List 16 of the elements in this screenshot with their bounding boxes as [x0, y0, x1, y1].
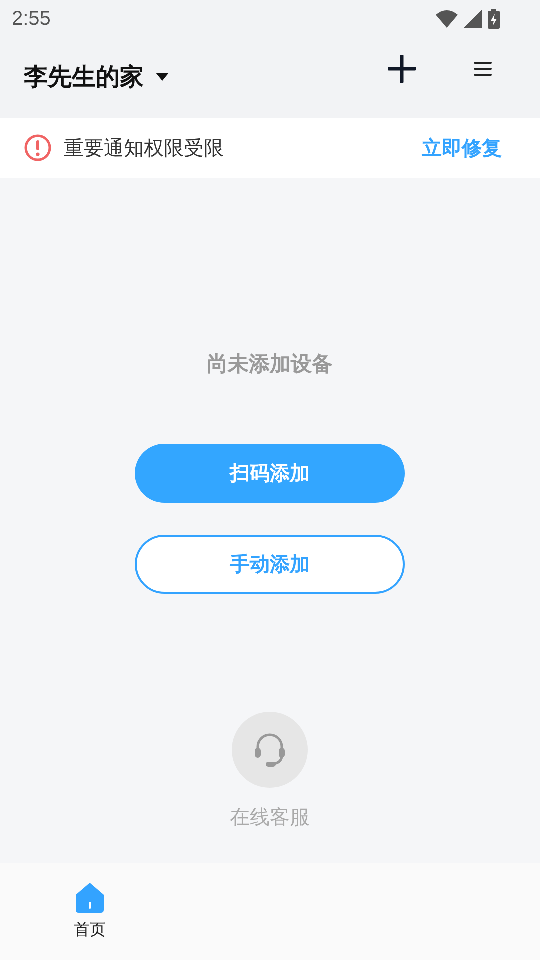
add-icon[interactable] — [388, 55, 416, 83]
wifi-icon — [436, 10, 458, 28]
signal-icon — [464, 10, 482, 28]
home-icon — [74, 882, 106, 914]
empty-message: 尚未添加设备 — [207, 351, 333, 378]
battery-icon — [488, 9, 500, 29]
warning-icon — [24, 134, 52, 162]
menu-icon[interactable] — [474, 61, 492, 77]
home-selector[interactable]: 李先生的家 — [24, 61, 169, 93]
notice-text: 重要通知权限受限 — [64, 134, 224, 162]
fix-link[interactable]: 立即修复 — [422, 134, 502, 162]
status-time: 2:55 — [12, 8, 51, 30]
scan-add-button[interactable]: 扫码添加 — [135, 444, 405, 503]
manual-add-button[interactable]: 手动添加 — [135, 535, 405, 594]
support-label: 在线客服 — [230, 804, 310, 831]
caret-icon — [156, 73, 169, 81]
